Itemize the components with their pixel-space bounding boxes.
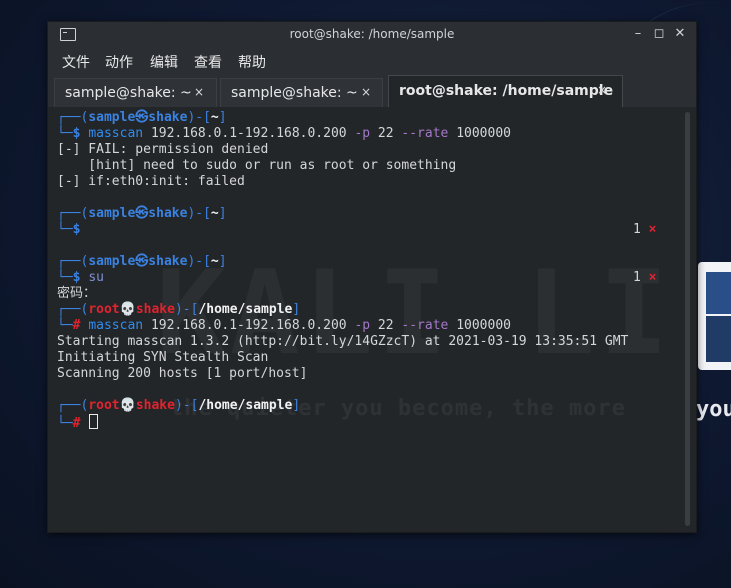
skull-icon: 💀	[119, 302, 136, 317]
output-line: [-] if:eth0:init: failed	[57, 174, 245, 189]
menu-bar: 文件 动作 编辑 查看 帮助	[48, 47, 696, 75]
menu-file[interactable]: 文件	[62, 52, 90, 72]
kali-logo-block-top	[706, 272, 731, 314]
kali-logo-box	[698, 262, 731, 370]
menu-view[interactable]: 查看	[194, 52, 222, 72]
tab-root-sample[interactable]: root@shake: /home/sample ×	[388, 75, 623, 107]
output-line: Starting masscan 1.3.2 (http://bit.ly/14…	[57, 334, 629, 349]
text-cursor	[89, 414, 99, 429]
menu-edit[interactable]: 编辑	[150, 52, 178, 72]
terminal-window: root@shake: /home/sample – ◻ ✕ 文件 动作 编辑 …	[47, 21, 697, 533]
output-line: [hint] need to sudo or run as root or so…	[57, 158, 457, 173]
command-line: └─$ su 1 ×	[57, 270, 657, 285]
output-line: Scanning 200 hosts [1 port/host]	[57, 366, 308, 381]
maximize-button[interactable]: ◻	[651, 26, 667, 42]
tab-label: sample@shake: ~	[65, 85, 192, 101]
tab-sample-home-2[interactable]: sample@shake: ~ ×	[220, 78, 383, 107]
tab-sample-home-1[interactable]: sample@shake: ~ ×	[54, 78, 217, 107]
command-line: └─$ masscan 192.168.0.1-192.168.0.200 -p…	[57, 126, 511, 141]
vertical-scrollbar[interactable]	[685, 112, 690, 526]
command-line: └─# masscan 192.168.0.1-192.168.0.200 -p…	[57, 318, 511, 333]
password-prompt: 密码：	[57, 286, 97, 301]
command-line: └─$ 1 ×	[57, 222, 657, 237]
minimize-button[interactable]: –	[630, 26, 646, 42]
wallpaper-tagline-tail: you	[696, 397, 731, 422]
tab-label: sample@shake: ~	[231, 85, 358, 101]
terminal-output[interactable]: KALI LI the quieter you become, the more…	[48, 108, 696, 532]
output-line: [-] FAIL: permission denied	[57, 142, 269, 157]
prompt-line: ┌──(sample㉿shake)-[~]	[57, 110, 227, 125]
menu-help[interactable]: 帮助	[238, 52, 266, 72]
exit-status: 1 ×	[633, 270, 657, 285]
error-x-icon: ×	[648, 222, 657, 237]
active-command-line[interactable]: └─#	[57, 414, 628, 431]
skull-icon: 💀	[119, 398, 136, 413]
error-x-icon: ×	[648, 270, 657, 285]
tab-label: root@shake: /home/sample	[399, 83, 614, 99]
output-line: Initiating SYN Stealth Scan	[57, 350, 269, 365]
title-bar[interactable]: root@shake: /home/sample – ◻ ✕	[48, 22, 696, 47]
tab-close-icon[interactable]: ×	[361, 85, 371, 99]
prompt-line-root: ┌──(root💀shake)-[/home/sample]	[57, 398, 301, 413]
prompt-line: ┌──(sample㉿shake)-[~]	[57, 206, 227, 221]
tab-bar: sample@shake: ~ × sample@shake: ~ × root…	[48, 75, 696, 107]
close-window-button[interactable]: ✕	[672, 26, 688, 42]
prompt-line-root: ┌──(root💀shake)-[/home/sample]	[57, 302, 301, 317]
window-title: root@shake: /home/sample	[289, 27, 455, 41]
menu-action[interactable]: 动作	[105, 52, 133, 72]
tab-close-icon[interactable]: ×	[194, 85, 204, 99]
exit-status: 1 ×	[633, 222, 657, 237]
prompt-line: ┌──(sample㉿shake)-[~]	[57, 254, 227, 269]
tab-close-icon[interactable]: ×	[597, 83, 607, 97]
kali-logo-block-bottom	[706, 316, 731, 362]
